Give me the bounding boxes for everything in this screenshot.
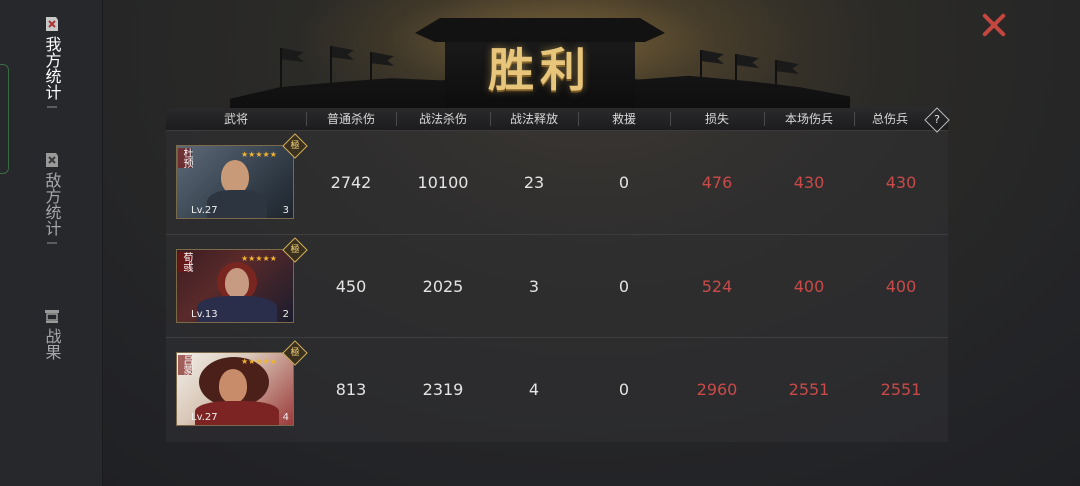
tactic-release-value: 3 xyxy=(528,277,540,296)
wounded-this-value: 430 xyxy=(793,173,825,192)
general-count: 2 xyxy=(282,309,289,320)
shield-icon xyxy=(44,152,60,168)
header-normal-kill: 普通杀伤 xyxy=(326,112,375,126)
tactic-kill-value: 2319 xyxy=(422,380,464,399)
victory-title: 胜利 xyxy=(488,43,592,97)
tab-my-stats[interactable]: 我方统计 xyxy=(29,16,75,108)
loss-value: 524 xyxy=(701,277,733,296)
table-row: 杜预 ★★★★★ Lv.27 3 極 2742 10100 23 0 476 4… xyxy=(166,131,948,234)
tactic-release-value: 4 xyxy=(528,380,540,399)
shield-icon xyxy=(44,16,60,32)
header-rescue: 救援 xyxy=(611,112,636,126)
general-name: 荀彧 xyxy=(178,252,192,272)
tactic-release-value: 23 xyxy=(523,173,545,192)
general-name: 吕蒙 xyxy=(178,355,192,375)
rescue-value: 0 xyxy=(618,277,630,296)
divider xyxy=(47,106,57,108)
tab-battle-results-label: 战果 xyxy=(42,328,62,360)
wounded-this-value: 400 xyxy=(793,277,825,296)
tactic-kill-value: 10100 xyxy=(417,173,469,192)
header-tactic-release: 战法释放 xyxy=(509,112,558,126)
general-face xyxy=(221,160,249,194)
tab-my-stats-label: 我方统计 xyxy=(42,36,62,100)
header-general: 武将 xyxy=(223,112,248,126)
rescue-value: 0 xyxy=(618,380,630,399)
general-count: 3 xyxy=(282,205,289,216)
general-portrait[interactable]: 杜预 ★★★★★ Lv.27 3 xyxy=(176,145,294,219)
general-level: Lv.27 xyxy=(191,412,218,423)
header-loss: 损失 xyxy=(704,112,729,126)
loss-value: 2960 xyxy=(696,380,738,399)
table-row: 吕蒙 ★★★★★ Lv.27 4 極 813 2319 4 0 2960 255… xyxy=(166,338,948,441)
help-icon[interactable]: ? xyxy=(924,107,950,133)
general-name: 杜预 xyxy=(178,148,192,168)
table-header: 武将 普通杀伤 战法杀伤 战法释放 救援 损失 本场伤兵 总伤兵 ? xyxy=(166,107,950,133)
normal-kill-value: 2742 xyxy=(330,173,372,192)
wounded-this-value: 2551 xyxy=(788,380,830,399)
star-rating: ★★★★★ xyxy=(241,357,277,366)
general-level: Lv.27 xyxy=(191,205,218,216)
cart-icon xyxy=(44,308,60,324)
header-wounded-total: 总伤兵 xyxy=(871,112,908,126)
flag-decoration xyxy=(280,48,282,90)
general-face xyxy=(219,369,247,403)
tab-battle-results[interactable]: 战果 xyxy=(29,308,75,360)
general-count: 4 xyxy=(282,412,289,423)
rescue-value: 0 xyxy=(618,173,630,192)
loss-value: 476 xyxy=(701,173,733,192)
active-indicator xyxy=(0,64,9,174)
header-wounded-this: 本场伤兵 xyxy=(784,112,833,126)
wounded-total-value: 2551 xyxy=(880,380,922,399)
header-tactic-kill: 战法杀伤 xyxy=(418,112,467,126)
tab-enemy-stats[interactable]: 敌方统计 xyxy=(29,152,75,244)
tactic-kill-value: 2025 xyxy=(422,277,464,296)
sidebar: 我方统计 敌方统计 战果 xyxy=(0,0,103,486)
star-rating: ★★★★★ xyxy=(241,150,277,159)
general-level: Lv.13 xyxy=(191,309,218,320)
wounded-total-value: 430 xyxy=(885,173,917,192)
general-portrait[interactable]: 吕蒙 ★★★★★ Lv.27 4 xyxy=(176,352,294,426)
table-row: 荀彧 ★★★★★ Lv.13 2 極 450 2025 3 0 524 400 … xyxy=(166,235,948,338)
close-icon[interactable] xyxy=(980,12,1006,38)
general-face xyxy=(225,268,249,298)
divider xyxy=(47,242,57,244)
normal-kill-value: 450 xyxy=(335,277,367,296)
general-portrait[interactable]: 荀彧 ★★★★★ Lv.13 2 xyxy=(176,249,294,323)
normal-kill-value: 813 xyxy=(335,380,367,399)
wounded-total-value: 400 xyxy=(885,277,917,296)
star-rating: ★★★★★ xyxy=(241,254,277,263)
stats-table: 武将 普通杀伤 战法杀伤 战法释放 救援 损失 本场伤兵 总伤兵 ? 杜预 ★★… xyxy=(166,107,950,442)
victory-banner: 胜利 xyxy=(230,0,850,120)
tab-enemy-stats-label: 敌方统计 xyxy=(42,172,62,236)
